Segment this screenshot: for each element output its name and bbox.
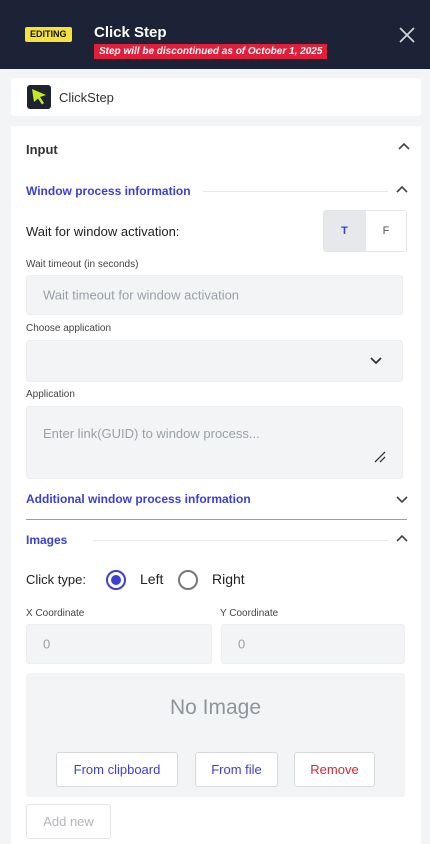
chevron-up-icon[interactable] <box>396 185 408 193</box>
add-new-button[interactable]: Add new <box>26 804 111 839</box>
from-clipboard-button[interactable]: From clipboard <box>56 752 178 787</box>
no-image-text: No Image <box>169 696 262 719</box>
step-card: ClickStep <box>11 78 421 116</box>
chevron-down-icon <box>370 357 382 365</box>
chevron-up-icon[interactable] <box>398 142 410 150</box>
x-coordinate-value: 0 <box>43 636 51 652</box>
y-coordinate-value: 0 <box>238 636 246 652</box>
remove-button[interactable]: Remove <box>294 752 375 787</box>
additional-window-process-title[interactable]: Additional window process information <box>26 492 251 506</box>
toggle-false[interactable]: F <box>365 211 406 251</box>
wait-timeout-placeholder: Wait timeout for window activation <box>43 287 240 303</box>
editing-badge: EDITING <box>25 27 72 42</box>
properties-panel: Input Window process information Wait fo… <box>11 126 421 844</box>
chevron-up-icon[interactable] <box>396 534 408 542</box>
images-section-title[interactable]: Images <box>26 533 67 547</box>
click-type-label: Click type: <box>26 572 86 587</box>
chevron-down-icon[interactable] <box>396 496 408 504</box>
wait-timeout-input[interactable]: Wait timeout for window activation <box>26 275 403 315</box>
close-icon[interactable] <box>398 26 416 44</box>
wait-activation-toggle: T F <box>323 210 407 252</box>
discontinued-warning: Step will be discontinued as of October … <box>94 44 328 59</box>
click-left-radio[interactable] <box>106 570 126 590</box>
section-divider <box>203 191 388 192</box>
application-label: Application <box>26 389 75 400</box>
y-coordinate-label: Y Coordinate <box>220 608 279 619</box>
wait-timeout-label: Wait timeout (in seconds) <box>26 259 139 270</box>
click-right-radio[interactable] <box>178 570 198 590</box>
section-divider <box>93 540 388 541</box>
window-process-title[interactable]: Window process information <box>26 184 191 198</box>
editor-header: EDITING Click Step Step will be disconti… <box>0 0 430 69</box>
section-divider <box>26 519 407 520</box>
click-left-label[interactable]: Left <box>140 571 163 587</box>
application-textarea[interactable]: Enter link(GUID) to window process... <box>26 406 403 479</box>
choose-application-select[interactable] <box>26 340 403 382</box>
resize-handle-icon[interactable] <box>374 451 386 463</box>
choose-application-label: Choose application <box>26 323 112 334</box>
click-right-label[interactable]: Right <box>212 571 245 587</box>
wait-activation-label: Wait for window activation: <box>26 224 180 239</box>
image-preview-box: No Image From clipboard From file Remove <box>26 673 405 797</box>
application-placeholder: Enter link(GUID) to window process... <box>43 426 260 441</box>
x-coordinate-label: X Coordinate <box>26 608 85 619</box>
from-file-button[interactable]: From file <box>195 752 278 787</box>
x-coordinate-input[interactable]: 0 <box>26 624 212 664</box>
y-coordinate-input[interactable]: 0 <box>221 624 405 664</box>
toggle-true[interactable]: T <box>324 211 365 251</box>
step-name: ClickStep <box>59 90 114 105</box>
cursor-arrow-icon <box>27 85 51 109</box>
step-title: Click Step <box>94 24 167 41</box>
input-section-title: Input <box>26 142 58 157</box>
